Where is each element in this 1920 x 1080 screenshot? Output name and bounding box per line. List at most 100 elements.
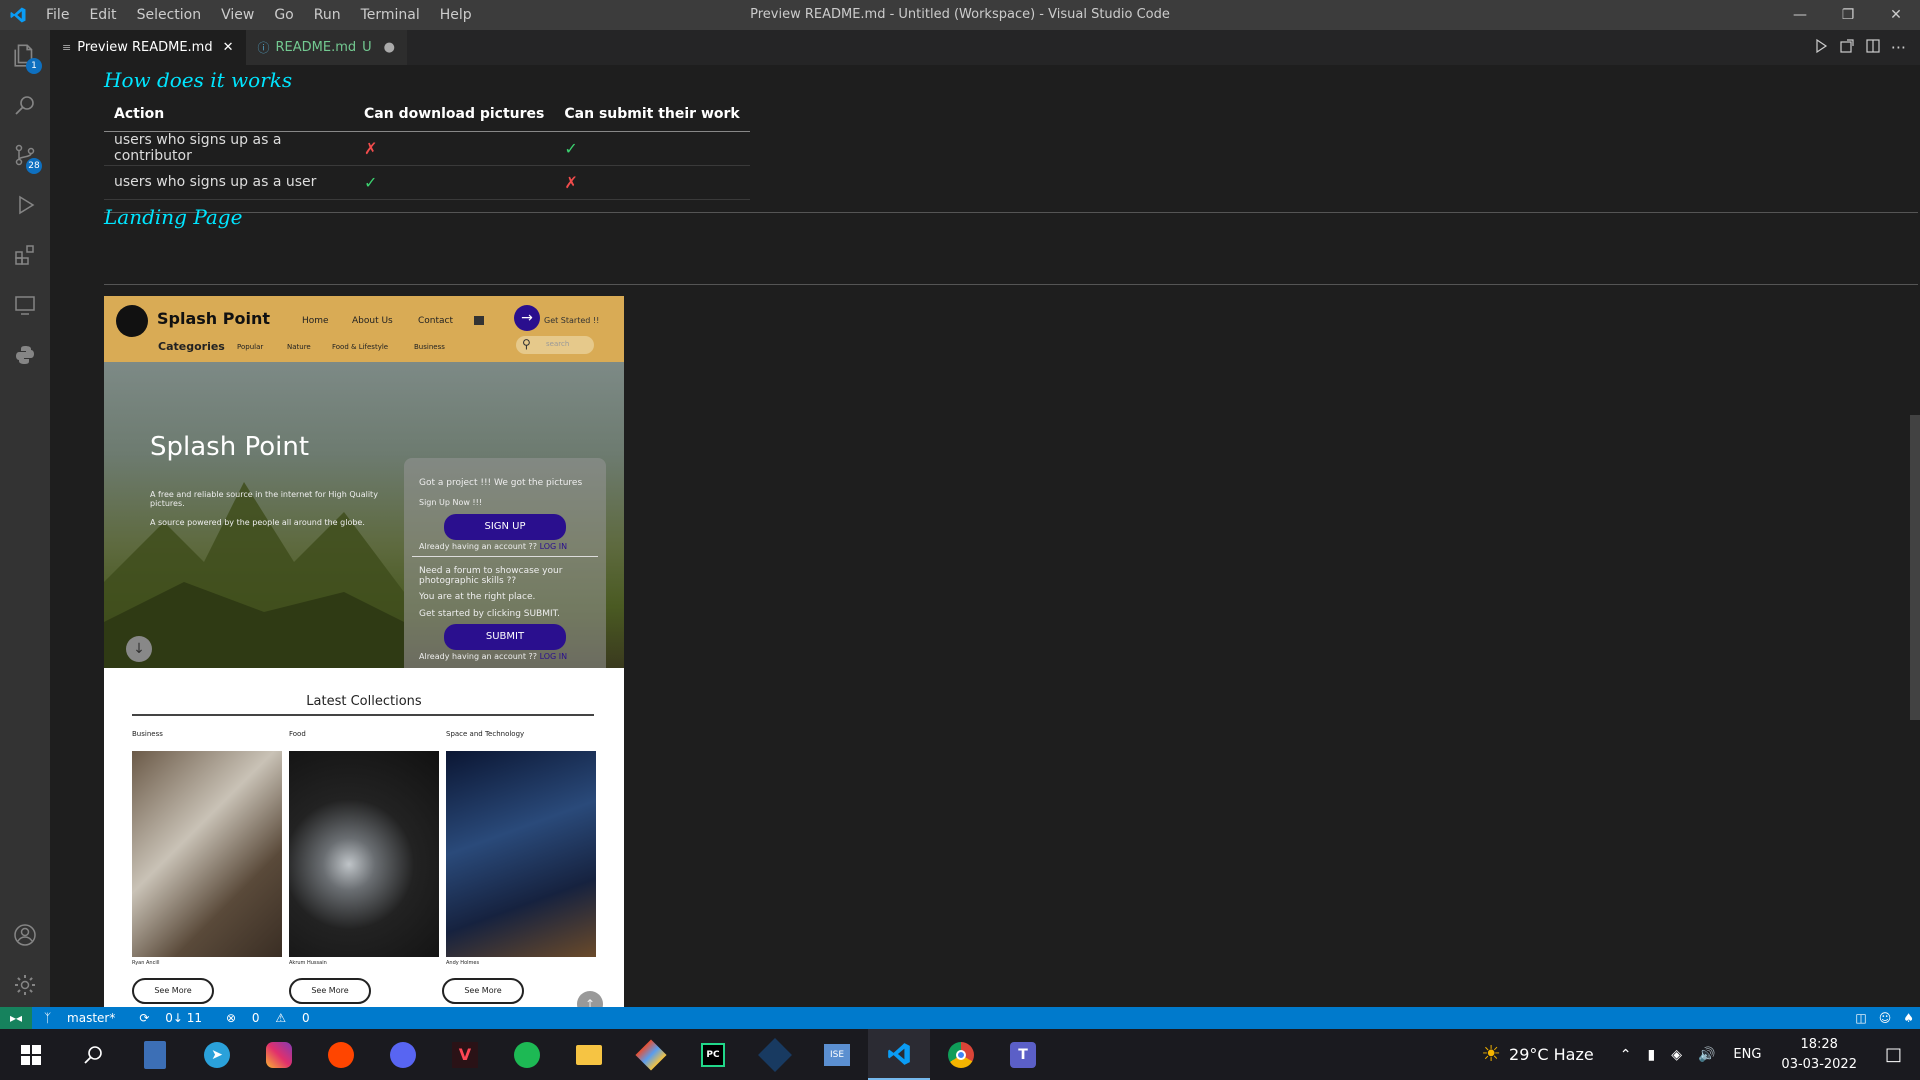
preview-icon: ≡	[62, 41, 72, 54]
warning-icon: ⚠	[275, 1011, 287, 1025]
branch-indicator[interactable]: ᛉ master*	[32, 1011, 127, 1025]
collections-title: Latest Collections	[306, 694, 422, 709]
weather-icon[interactable]: ☀	[1481, 1042, 1509, 1067]
scroll-up-icon: ↑	[577, 991, 603, 1007]
signup-button: SIGN UP	[444, 514, 566, 540]
tab-label: README.md	[275, 40, 357, 55]
collection-cat: Business	[132, 730, 163, 738]
clock[interactable]: 18:28 03-03-2022	[1771, 1035, 1867, 1075]
divider	[104, 212, 1918, 213]
login-link: LOG IN	[539, 652, 568, 661]
menu-file[interactable]: File	[36, 0, 79, 30]
spotify-icon[interactable]	[496, 1029, 558, 1080]
card-line1: Got a project !!! We got the pictures	[419, 478, 583, 488]
search-icon[interactable]	[0, 80, 50, 130]
vertical-scrollbar[interactable]	[1910, 415, 1920, 720]
menu-help[interactable]: Help	[430, 0, 482, 30]
notifications-bell-icon[interactable]: ♠	[1897, 1011, 1920, 1025]
valorant-icon[interactable]: V	[434, 1029, 496, 1080]
remote-indicator-icon[interactable]: ▸◂	[0, 1007, 32, 1029]
search-box: ⚲ search	[516, 336, 594, 354]
menu-terminal[interactable]: Terminal	[351, 0, 430, 30]
cat-popular: Popular	[237, 343, 264, 351]
remote-explorer-icon[interactable]	[0, 280, 50, 330]
vscode-logo-icon	[0, 0, 36, 30]
check-icon: ✓	[354, 165, 555, 200]
volume-icon[interactable]: 🔊	[1690, 1047, 1723, 1063]
info-icon: ⓘ	[257, 41, 270, 55]
tab-preview-readme[interactable]: ≡ Preview README.md ✕	[50, 30, 246, 65]
notification-center-icon[interactable]: □	[1867, 1044, 1920, 1065]
remote-db-icon[interactable]: ◫	[1849, 1011, 1872, 1025]
menu-view[interactable]: View	[211, 0, 264, 30]
sync-indicator[interactable]: ⟳ 0↓ 11	[127, 1011, 214, 1025]
language-indicator[interactable]: ENG	[1723, 1047, 1771, 1062]
restore-icon[interactable]: ❐	[1824, 0, 1872, 30]
discord-icon[interactable]	[372, 1029, 434, 1080]
reddit-icon[interactable]	[310, 1029, 372, 1080]
collection-cat: Space and Technology	[446, 730, 525, 738]
file-explorer-icon[interactable]	[558, 1029, 620, 1080]
editor-tabs: ≡ Preview README.md ✕ ⓘ README.md U ●	[50, 30, 1920, 65]
sourcetree-icon[interactable]	[620, 1029, 682, 1080]
cross-icon: ✗	[354, 131, 555, 166]
clock-date: 03-03-2022	[1781, 1056, 1857, 1072]
windows-taskbar: ➤ V PC ISE T ☀ 29°C Haze ⌃ ▮ ◈ 🔊 ENG 18:…	[0, 1029, 1920, 1080]
table-cell: users who signs up as a user	[104, 165, 354, 200]
run-icon[interactable]	[1813, 38, 1829, 58]
markdown-preview: How does it works Action Can download pi…	[50, 65, 1920, 1007]
error-icon: ⊗	[226, 1011, 237, 1025]
explorer-icon[interactable]: 1	[0, 30, 50, 80]
source-control-icon[interactable]: 28	[0, 130, 50, 180]
weather-text[interactable]: 29°C Haze	[1509, 1045, 1612, 1064]
menu-run[interactable]: Run	[304, 0, 351, 30]
tab-label: Preview README.md	[77, 40, 213, 55]
feedback-icon[interactable]: ☺	[1873, 1011, 1898, 1025]
clock-time: 18:28	[1800, 1036, 1838, 1052]
table-row: users who signs up as a contributor ✗ ✓	[104, 131, 750, 166]
sync-icon: ⟳	[139, 1011, 150, 1025]
instagram-icon[interactable]	[248, 1029, 310, 1080]
hero-title: Splash Point	[150, 432, 310, 462]
python-icon[interactable]	[0, 330, 50, 380]
manage-gear-icon[interactable]	[0, 960, 50, 1010]
table-header: Can submit their work	[554, 97, 750, 132]
menu-selection[interactable]: Selection	[127, 0, 212, 30]
powershell-ise-icon[interactable]: ISE	[806, 1029, 868, 1080]
login-prompt-text: Already having an account ??	[419, 652, 538, 661]
teams-icon[interactable]: T	[992, 1029, 1054, 1080]
run-debug-icon[interactable]	[0, 180, 50, 230]
calculator-icon[interactable]	[124, 1029, 186, 1080]
tab-readme[interactable]: ⓘ README.md U ●	[245, 30, 408, 65]
status-bar: ▸◂ ᛉ master* ⟳ 0↓ 11 ⊗ 0 ⚠ 0 ◫ ☺ ♠	[0, 1007, 1920, 1029]
business-photo	[132, 751, 282, 957]
extensions-icon[interactable]	[0, 230, 50, 280]
wifi-icon[interactable]: ◈	[1663, 1047, 1690, 1063]
battery-icon[interactable]: ▮	[1639, 1047, 1663, 1063]
window-controls: — ❐ ✕	[1776, 0, 1920, 30]
split-editor-icon[interactable]	[1865, 38, 1881, 58]
virtualbox-icon[interactable]	[744, 1029, 806, 1080]
close-tab-icon[interactable]: ✕	[223, 40, 234, 55]
accounts-icon[interactable]	[0, 910, 50, 960]
brand-name: Splash Point	[157, 309, 270, 328]
menu-go[interactable]: Go	[264, 0, 303, 30]
windows-start-icon[interactable]	[0, 1029, 62, 1080]
taskbar-search-icon[interactable]	[62, 1029, 124, 1080]
pycharm-icon[interactable]: PC	[682, 1029, 744, 1080]
hero-sub1: A free and reliable source in the intern…	[150, 490, 378, 508]
card-line4: You are at the right place.	[419, 592, 536, 602]
unsaved-dot-icon[interactable]: ●	[384, 40, 395, 55]
chrome-icon[interactable]	[930, 1029, 992, 1080]
close-window-icon[interactable]: ✕	[1872, 0, 1920, 30]
telegram-icon[interactable]: ➤	[186, 1029, 248, 1080]
menu-edit[interactable]: Edit	[79, 0, 126, 30]
problems-indicator[interactable]: ⊗ 0 ⚠ 0	[214, 1011, 322, 1025]
menu-bar: File Edit Selection View Go Run Terminal…	[36, 0, 482, 30]
open-source-icon[interactable]	[1839, 38, 1855, 58]
tray-overflow-icon[interactable]: ⌃	[1612, 1047, 1640, 1063]
minimize-icon[interactable]: —	[1776, 0, 1824, 30]
scm-badge: 28	[26, 158, 42, 174]
vscode-taskbar-icon[interactable]	[868, 1029, 930, 1080]
more-actions-icon[interactable]: ···	[1891, 38, 1906, 57]
